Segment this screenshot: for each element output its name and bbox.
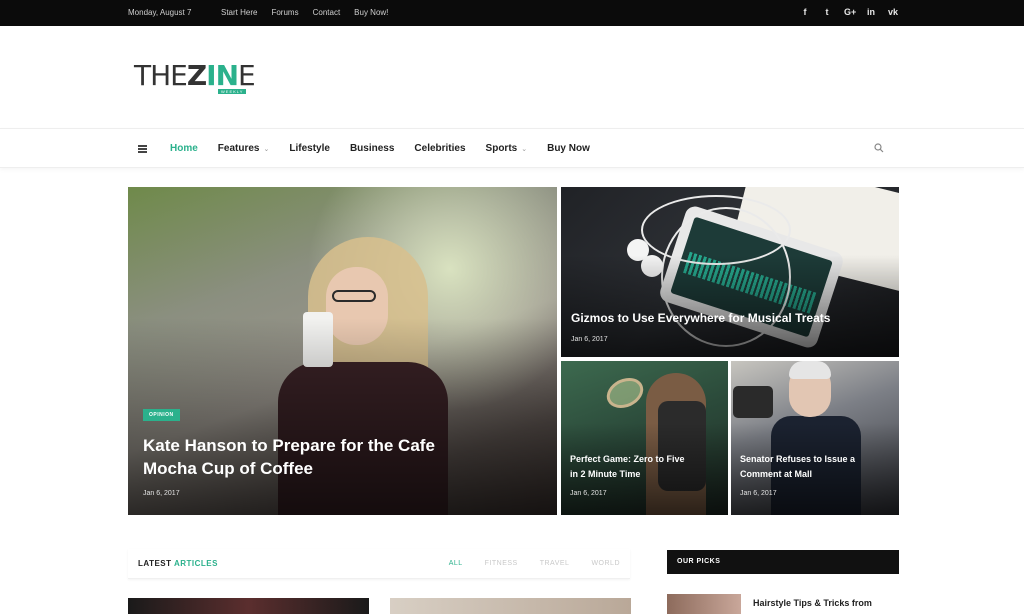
nav-items: Home Features ⌄ Lifestyle Business Celebr… — [170, 143, 590, 154]
hero-bottom-left-title-line2: in 2 Minute Time — [570, 469, 641, 479]
facebook-icon[interactable]: f — [800, 7, 810, 17]
latest-articles-heading: LATEST ARTICLES — [138, 559, 218, 568]
nav-item-features[interactable]: Features ⌄ — [218, 143, 270, 154]
site-logo[interactable]: THE Z IN E WEEKLY — [134, 59, 256, 94]
pick-thumbnail[interactable] — [667, 594, 741, 614]
top-bar-links: Start Here Forums Contact Buy Now! — [221, 8, 388, 17]
google-plus-icon[interactable]: G+ — [844, 7, 856, 17]
hero-image-racket — [601, 372, 649, 414]
top-link-forums[interactable]: Forums — [271, 8, 298, 17]
nav-item-buy-now[interactable]: Buy Now — [547, 143, 590, 154]
logo-text-z: Z — [186, 59, 207, 92]
latest-heading-part1: LATEST — [138, 559, 172, 568]
nav-item-lifestyle[interactable]: Lifestyle — [289, 143, 330, 154]
hero-main-title-line1: Kate Hanson to Prepare for the Cafe — [143, 436, 435, 455]
hero-image-hair — [789, 361, 831, 379]
hero-top-right-date: Jan 6, 2017 — [571, 336, 608, 343]
chevron-down-icon: ⌄ — [521, 146, 528, 153]
hero-bottom-left-title[interactable]: Perfect Game: Zero to Five in 2 Minute T… — [570, 452, 685, 482]
filter-fitness[interactable]: FITNESS — [485, 560, 518, 567]
our-picks-header: OUR PICKS — [667, 550, 899, 574]
vk-icon[interactable]: vk — [888, 7, 898, 17]
twitter-icon[interactable]: t — [822, 7, 832, 17]
hero-bottom-right-article[interactable]: Senator Refuses to Issue a Comment at Ma… — [731, 361, 899, 515]
search-icon[interactable] — [874, 143, 884, 153]
hero-bottom-left-title-line1: Perfect Game: Zero to Five — [570, 454, 685, 464]
hero-image-camera — [733, 386, 773, 418]
hero-bottom-right-date: Jan 6, 2017 — [740, 490, 777, 497]
menu-icon[interactable] — [138, 145, 147, 153]
social-links: f t G+ in vk — [800, 7, 899, 17]
hero-bottom-right-title-line1: Senator Refuses to Issue a — [740, 454, 856, 464]
top-link-buy-now[interactable]: Buy Now! — [354, 8, 388, 17]
article-thumbnail[interactable] — [390, 598, 631, 614]
logo-text-in: IN — [206, 59, 239, 92]
linkedin-icon[interactable]: in — [866, 7, 876, 17]
nav-item-sports-label: Sports — [485, 143, 518, 154]
our-picks-heading: OUR PICKS — [677, 558, 721, 565]
nav-item-sports[interactable]: Sports ⌄ — [486, 143, 528, 154]
latest-articles-bar: LATEST ARTICLES ALL FITNESS TRAVEL WORLD — [128, 549, 630, 579]
category-badge[interactable]: OPINION — [143, 409, 180, 421]
logo-text-e: E — [238, 59, 256, 92]
hero-shade — [561, 255, 899, 357]
latest-heading-part2: ARTICLES — [173, 559, 218, 568]
hero-bottom-left-date: Jan 6, 2017 — [570, 490, 607, 497]
pick-title[interactable]: Hairstyle Tips & Tricks from — [753, 598, 872, 608]
chevron-down-icon: ⌄ — [263, 146, 270, 153]
top-bar-date: Monday, August 7 — [128, 8, 192, 17]
top-link-start-here[interactable]: Start Here — [221, 8, 257, 17]
logo-text-the: THE — [134, 59, 188, 92]
top-link-contact[interactable]: Contact — [313, 8, 341, 17]
article-thumbnail[interactable] — [128, 598, 369, 614]
hero-shade — [128, 318, 557, 515]
hero-image-glasses — [332, 290, 376, 302]
top-bar: Monday, August 7 Start Here Forums Conta… — [0, 0, 1024, 26]
hero-top-right-title[interactable]: Gizmos to Use Everywhere for Musical Tre… — [571, 311, 830, 325]
hero-bottom-right-title-line2: Comment at Mall — [740, 469, 813, 479]
nav-item-celebrities[interactable]: Celebrities — [414, 143, 465, 154]
hero-main-article[interactable]: OPINION Kate Hanson to Prepare for the C… — [128, 187, 557, 515]
hero-main-title[interactable]: Kate Hanson to Prepare for the Cafe Moch… — [143, 434, 435, 480]
filter-all[interactable]: ALL — [449, 560, 463, 567]
nav-item-business[interactable]: Business — [350, 143, 394, 154]
hero-top-right-article[interactable]: Gizmos to Use Everywhere for Musical Tre… — [561, 187, 899, 357]
hero-main-date: Jan 6, 2017 — [143, 490, 180, 497]
filter-travel[interactable]: TRAVEL — [540, 560, 570, 567]
hero-bottom-right-title[interactable]: Senator Refuses to Issue a Comment at Ma… — [740, 452, 855, 482]
main-nav: Home Features ⌄ Lifestyle Business Celebr… — [0, 128, 1024, 168]
latest-filters: ALL FITNESS TRAVEL WORLD — [449, 560, 620, 567]
filter-world[interactable]: WORLD — [591, 560, 620, 567]
hero-main-title-line2: Mocha Cup of Coffee — [143, 459, 313, 478]
hero-bottom-left-article[interactable]: Perfect Game: Zero to Five in 2 Minute T… — [561, 361, 728, 515]
logo-tagline: WEEKLY — [218, 89, 247, 94]
nav-item-features-label: Features — [217, 143, 260, 154]
nav-item-home[interactable]: Home — [170, 143, 198, 154]
